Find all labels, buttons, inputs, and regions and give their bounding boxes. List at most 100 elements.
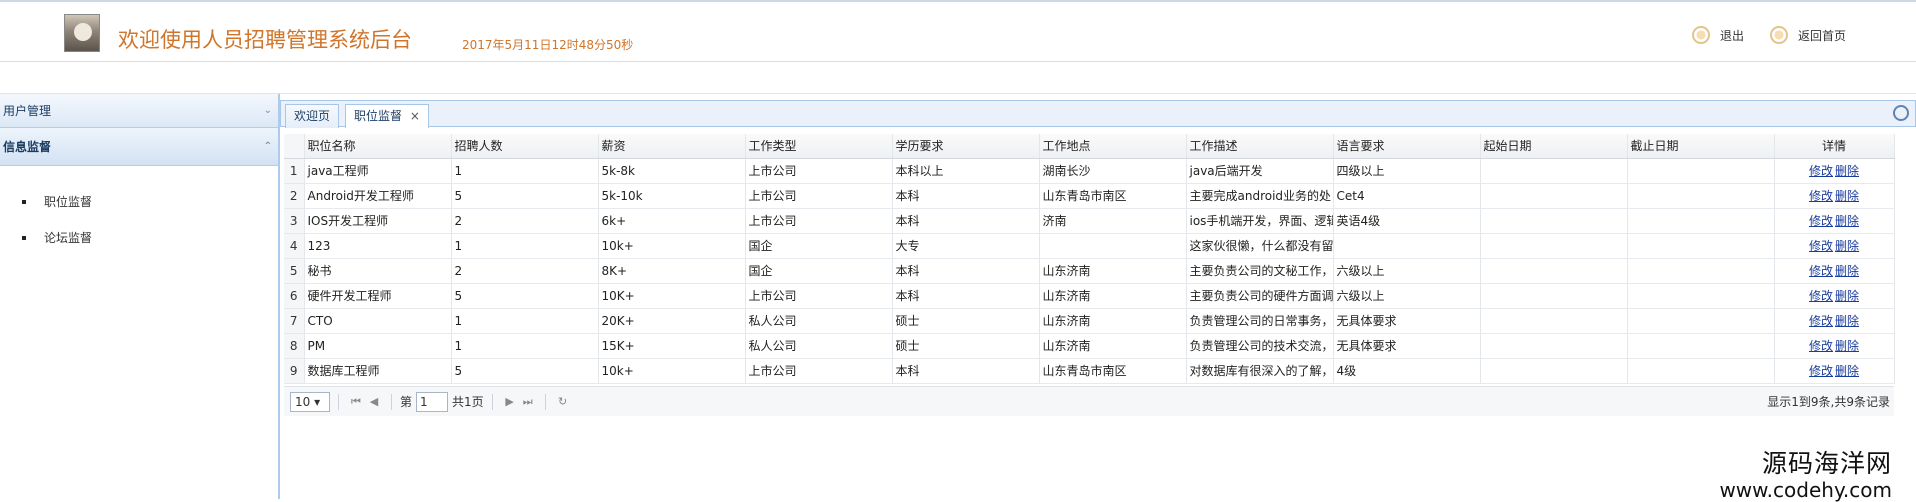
row-actions: 修改 删除	[1774, 183, 1895, 209]
table-cell: 这家伙很懒，什么都没有留	[1186, 233, 1334, 259]
table-cell: 上市公司	[745, 283, 893, 309]
column-header[interactable]: 工作描述	[1186, 134, 1334, 159]
column-header[interactable]: 招聘人数	[451, 134, 599, 159]
table-cell: 硕士	[892, 308, 1040, 334]
refresh-tab-icon[interactable]	[1893, 105, 1909, 121]
page-header: 欢迎使用人员招聘管理系统后台 2017年5月11日12时48分50秒 退出 返回…	[0, 0, 1916, 62]
delete-link[interactable]: 删除	[1835, 264, 1859, 278]
row-number: 7	[284, 308, 305, 334]
sidebar-section-user-management[interactable]: 用户管理 ⌄	[0, 94, 278, 128]
edit-link[interactable]: 修改	[1809, 264, 1833, 278]
column-header[interactable]: 截止日期	[1627, 134, 1775, 159]
sidebar-item-forum-supervision[interactable]: 论坛监督	[0, 220, 278, 256]
table-cell: 六级以上	[1333, 283, 1481, 309]
table-cell: 负责管理公司的技术交流，	[1186, 333, 1334, 359]
table-cell	[1480, 333, 1628, 359]
table-cell: 上市公司	[745, 208, 893, 234]
row-number: 9	[284, 358, 305, 384]
row-number: 8	[284, 333, 305, 359]
home-link[interactable]: 返回首页	[1770, 26, 1846, 44]
table-row[interactable]: 8 PM 1 15K+ 私人公司 硕士 山东济南 负责管理公司的技术交流， 无具体要求 修改 删除	[284, 333, 1895, 359]
delete-link[interactable]: 删除	[1835, 239, 1859, 253]
refresh-icon[interactable]: ↻	[554, 395, 572, 408]
tab-job-supervision[interactable]: 职位监督 ×	[345, 104, 429, 128]
table-cell: 硕士	[892, 333, 1040, 359]
column-header[interactable]: 薪资	[598, 134, 746, 159]
table-row[interactable]: 3 IOS开发工程师 2 6k+ 上市公司 本科 济南 ios手机端开发，界面、逻辑 英语4级 修…	[284, 208, 1895, 234]
table-cell	[1627, 283, 1775, 309]
first-page-icon[interactable]: ⏮	[347, 395, 365, 409]
row-number: 3	[284, 208, 305, 234]
table-cell: 1	[451, 308, 599, 334]
edit-link[interactable]: 修改	[1809, 189, 1833, 203]
job-grid: 职位名称 招聘人数 薪资 工作类型 学历要求 工作地点 工作描述 语言要求 起始…	[284, 134, 1895, 384]
table-cell: java后端开发	[1186, 158, 1334, 184]
table-cell: 大专	[892, 233, 1040, 259]
table-row[interactable]: 9 数据库工程师 5 10k+ 上市公司 本科 山东青岛市南区 对数据库有很深入的了解， 4级 修…	[284, 358, 1895, 384]
column-header[interactable]: 职位名称	[304, 134, 452, 159]
table-row[interactable]: 2 Android开发工程师 5 5k-10k 上市公司 本科 山东青岛市南区 主要完成and…	[284, 183, 1895, 209]
close-icon[interactable]: ×	[410, 109, 420, 123]
last-page-icon[interactable]: ⏭	[519, 395, 537, 409]
table-cell: 主要完成android业务的处	[1186, 183, 1334, 209]
watermark-en: www.codehy.com	[1719, 478, 1892, 502]
logout-link[interactable]: 退出	[1692, 26, 1744, 44]
delete-link[interactable]: 删除	[1835, 314, 1859, 328]
table-cell	[1480, 233, 1628, 259]
row-actions: 修改 删除	[1774, 333, 1895, 359]
delete-link[interactable]: 删除	[1835, 339, 1859, 353]
sidebar-section-info-supervision[interactable]: 信息监督 ⌃	[0, 128, 278, 166]
page-size-select[interactable]: 10 ▾	[290, 391, 330, 412]
edit-link[interactable]: 修改	[1809, 164, 1833, 178]
row-number-header	[284, 134, 305, 159]
delete-link[interactable]: 删除	[1835, 214, 1859, 228]
column-header[interactable]: 语言要求	[1333, 134, 1481, 159]
collapse-icon[interactable]: ⌃	[264, 128, 272, 166]
table-cell	[1480, 283, 1628, 309]
delete-link[interactable]: 删除	[1835, 364, 1859, 378]
edit-link[interactable]: 修改	[1809, 289, 1833, 303]
delete-link[interactable]: 删除	[1835, 289, 1859, 303]
watermark: 源码海洋网 www.codehy.com	[1719, 444, 1892, 502]
prev-page-icon[interactable]: ◀	[365, 395, 383, 408]
edit-link[interactable]: 修改	[1809, 339, 1833, 353]
table-cell: 20K+	[598, 308, 746, 334]
sidebar-item-job-supervision[interactable]: 职位监督	[0, 184, 278, 220]
table-cell: 负责管理公司的日常事务，	[1186, 308, 1334, 334]
table-cell: 5	[451, 183, 599, 209]
edit-link[interactable]: 修改	[1809, 364, 1833, 378]
page-number-input[interactable]: 1	[416, 391, 449, 412]
column-header[interactable]: 工作地点	[1039, 134, 1187, 159]
table-cell: 国企	[745, 233, 893, 259]
expand-icon[interactable]: ⌄	[264, 94, 272, 128]
table-row[interactable]: 7 CTO 1 20K+ 私人公司 硕士 山东济南 负责管理公司的日常事务， 无具体要求 修改 删除	[284, 308, 1895, 334]
table-row[interactable]: 1 java工程师 1 5k-8k 上市公司 本科以上 湖南长沙 java后端开发 四级以上 修改…	[284, 158, 1895, 184]
delete-link[interactable]: 删除	[1835, 189, 1859, 203]
column-header[interactable]: 学历要求	[892, 134, 1040, 159]
table-cell: 主要负责公司的硬件方面调	[1186, 283, 1334, 309]
table-cell: 15K+	[598, 333, 746, 359]
edit-link[interactable]: 修改	[1809, 239, 1833, 253]
table-cell: 本科	[892, 283, 1040, 309]
column-header[interactable]: 工作类型	[745, 134, 893, 159]
page-total: 共1页	[452, 395, 484, 409]
table-cell: 4级	[1333, 358, 1481, 384]
table-row[interactable]: 6 硬件开发工程师 5 10K+ 上市公司 本科 山东济南 主要负责公司的硬件方面调 六级以上 修…	[284, 283, 1895, 309]
column-header[interactable]: 起始日期	[1480, 134, 1628, 159]
section-label: 信息监督	[3, 140, 52, 154]
sidebar: 用户管理 ⌄ 信息监督 ⌃ 职位监督 论坛监督	[0, 94, 280, 499]
edit-link[interactable]: 修改	[1809, 314, 1833, 328]
row-number: 2	[284, 183, 305, 209]
tab-label: 欢迎页	[294, 109, 331, 123]
column-header[interactable]: 详情	[1774, 134, 1895, 159]
table-row[interactable]: 4 123 1 10k+ 国企 大专 这家伙很懒，什么都没有留 修改 删除	[284, 233, 1895, 259]
tab-welcome[interactable]: 欢迎页	[285, 104, 340, 128]
table-cell: 山东青岛市南区	[1039, 358, 1187, 384]
edit-link[interactable]: 修改	[1809, 214, 1833, 228]
table-cell: 5	[451, 358, 599, 384]
table-row[interactable]: 5 秘书 2 8K+ 国企 本科 山东济南 主要负责公司的文秘工作， 六级以上 修改 删除	[284, 258, 1895, 284]
table-cell	[1480, 208, 1628, 234]
table-cell: 上市公司	[745, 358, 893, 384]
next-page-icon[interactable]: ▶	[501, 395, 519, 408]
delete-link[interactable]: 删除	[1835, 164, 1859, 178]
